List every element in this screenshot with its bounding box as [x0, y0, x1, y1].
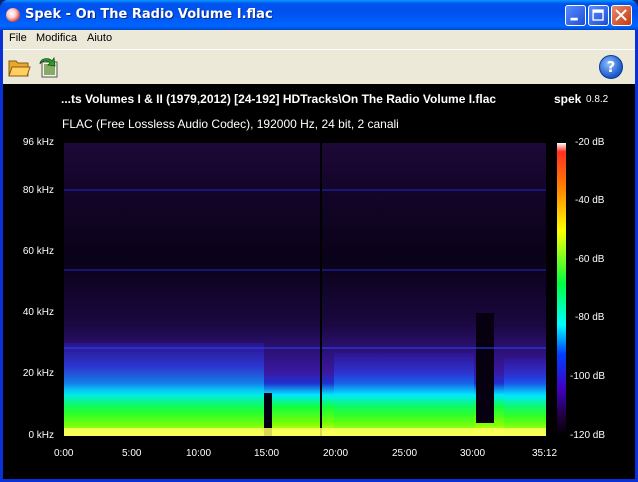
db-tick: -120 dB [570, 430, 606, 441]
maximize-icon [592, 9, 604, 21]
freq-tick: 40 kHz [22, 307, 54, 318]
db-tick: -100 dB [570, 371, 606, 382]
help-button[interactable]: ? [599, 55, 623, 79]
close-icon [615, 9, 627, 21]
app-version: 0.8.2 [586, 94, 609, 105]
minimize-button[interactable] [565, 5, 586, 26]
minimize-icon [570, 17, 578, 21]
open-file-button[interactable] [7, 55, 31, 79]
spectrogram [64, 143, 546, 436]
toolbar: ? [3, 49, 635, 84]
db-tick: -60 dB [575, 254, 605, 265]
app-name: spek [554, 92, 582, 106]
freq-tick: 20 kHz [22, 368, 54, 379]
window-title: Spek - On The Radio Volume I.flac [25, 7, 273, 22]
spek-window: Spek - On The Radio Volume I.flac File M… [0, 0, 638, 482]
db-tick: -40 dB [575, 195, 605, 206]
time-tick: 35:12 [532, 448, 558, 459]
save-image-icon [39, 56, 58, 78]
time-tick: 10:00 [186, 448, 212, 459]
maximize-button[interactable] [588, 5, 609, 26]
menu-modifica[interactable]: Modifica [36, 32, 77, 44]
freq-tick: 80 kHz [22, 185, 54, 196]
save-image-button[interactable] [37, 55, 61, 79]
time-tick: 30:00 [460, 448, 486, 459]
db-colorbar [557, 143, 566, 436]
time-tick: 20:00 [323, 448, 349, 459]
freq-tick: 96 kHz [22, 137, 54, 148]
time-tick: 15:00 [254, 448, 280, 459]
db-tick: -20 dB [575, 137, 605, 148]
time-tick: 25:00 [392, 448, 418, 459]
title-bar[interactable]: Spek - On The Radio Volume I.flac [0, 0, 638, 30]
time-tick: 5:00 [122, 448, 142, 459]
freq-tick: 0 kHz [28, 430, 54, 441]
file-info: FLAC (Free Lossless Audio Codec), 192000… [62, 117, 399, 131]
freq-tick: 60 kHz [22, 246, 54, 257]
folder-open-icon [8, 60, 31, 77]
menu-bar: File Modifica Aiuto [3, 30, 635, 49]
close-button[interactable] [611, 5, 632, 26]
menu-aiuto[interactable]: Aiuto [87, 32, 112, 44]
file-title: ...ts Volumes I & II (1979,2012) [24-192… [61, 92, 497, 106]
time-tick: 0:00 [54, 448, 74, 459]
spek-app-icon[interactable] [6, 8, 20, 22]
spectrogram-viewer: ...ts Volumes I & II (1979,2012) [24-192… [3, 84, 635, 479]
menu-file[interactable]: File [9, 32, 27, 44]
db-tick: -80 dB [575, 312, 605, 323]
